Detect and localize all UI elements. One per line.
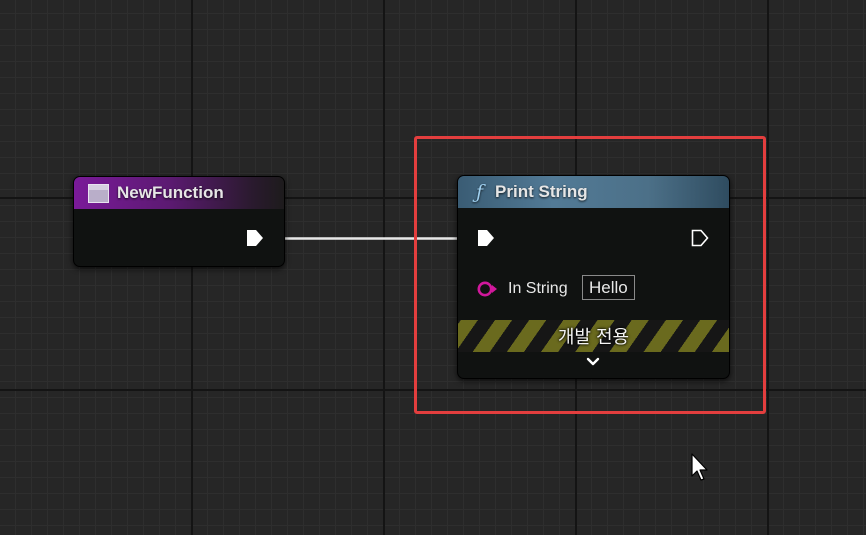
- new-function-header[interactable]: NewFunction: [74, 177, 284, 209]
- exec-out-pin-icon[interactable]: [246, 229, 264, 247]
- function-entry-icon: [88, 183, 109, 203]
- new-function-node[interactable]: NewFunction: [73, 176, 285, 267]
- blueprint-graph-canvas[interactable]: NewFunction ƒ Print String In String Hel…: [0, 0, 866, 535]
- selection-highlight: [414, 136, 766, 414]
- new-function-title: NewFunction: [117, 183, 224, 202]
- mouse-cursor-icon: [691, 453, 708, 481]
